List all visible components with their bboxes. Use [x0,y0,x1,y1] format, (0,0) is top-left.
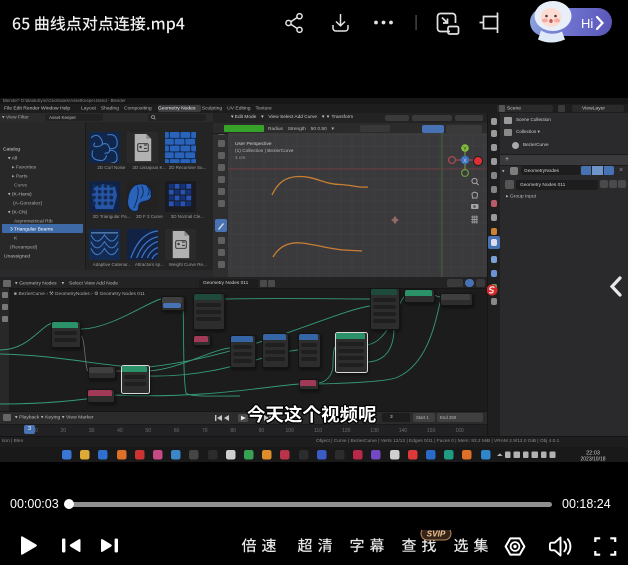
svg-text:160: 160 [455,428,464,434]
svg-text:120: 120 [342,428,351,434]
svg-text:2023/10/18: 2023/10/18 [580,457,605,463]
svg-text:30: 30 [89,428,95,434]
svg-text:80: 80 [230,428,236,434]
svg-text:20: 20 [61,428,67,434]
svg-text:Hi: Hi [581,16,593,31]
svg-text:100: 100 [286,428,295,434]
svg-text:50: 50 [145,428,151,434]
svg-text:140: 140 [399,428,408,434]
svg-text:SVIP: SVIP [427,530,446,539]
svg-text:70: 70 [202,428,208,434]
svg-text:40: 40 [117,428,123,434]
svg-text:130: 130 [370,428,379,434]
svg-text:X: X [463,159,467,165]
svg-text:90: 90 [259,428,265,434]
svg-text:110: 110 [314,428,322,434]
svg-text:Y: Y [463,146,467,152]
svg-text:60: 60 [174,428,180,434]
svg-text:150: 150 [427,428,436,434]
